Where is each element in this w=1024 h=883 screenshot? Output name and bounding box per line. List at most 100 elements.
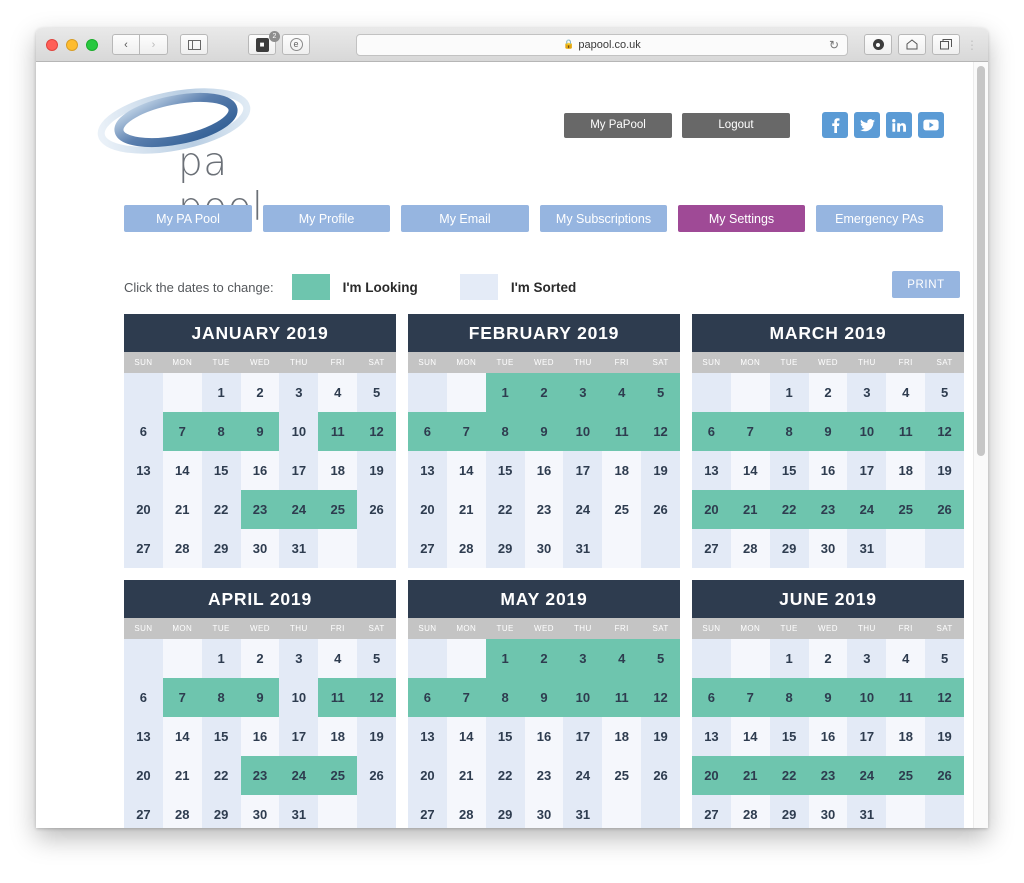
calendar-day-cell[interactable]: 18 — [886, 451, 926, 490]
calendar-day-cell[interactable]: 30 — [240, 529, 280, 568]
calendar-day-cell[interactable]: 5 — [357, 373, 396, 412]
calendar-day-cell[interactable]: 5 — [641, 639, 680, 678]
calendar-day-cell[interactable]: 27 — [124, 529, 163, 568]
calendar-day-cell[interactable]: 27 — [124, 795, 163, 828]
calendar-day-cell[interactable]: 8 — [769, 678, 809, 717]
calendar-day-cell[interactable]: 19 — [357, 717, 396, 756]
calendar-day-cell[interactable]: 25 — [318, 490, 358, 529]
calendar-day-cell[interactable]: 25 — [602, 756, 642, 795]
calendar-day-cell[interactable]: 18 — [886, 717, 926, 756]
address-bar[interactable]: 🔒 papool.co.uk ↻ — [356, 33, 848, 56]
calendar-day-cell[interactable]: 22 — [769, 490, 809, 529]
calendar-day-cell[interactable]: 21 — [162, 756, 202, 795]
calendar-day-cell[interactable]: 24 — [279, 490, 319, 529]
calendar-day-cell[interactable]: 26 — [925, 490, 964, 529]
calendar-day-cell[interactable]: 2 — [240, 373, 280, 412]
calendar-day-cell[interactable]: 8 — [201, 412, 241, 451]
calendar-day-cell[interactable]: 16 — [808, 451, 848, 490]
calendar-day-cell[interactable]: 27 — [408, 529, 447, 568]
calendar-day-cell[interactable]: 2 — [808, 373, 848, 412]
calendar-day-cell[interactable]: 26 — [641, 490, 680, 529]
calendar-day-cell[interactable]: 4 — [318, 373, 358, 412]
calendar-day-cell[interactable]: 26 — [641, 756, 680, 795]
calendar-day-cell[interactable]: 28 — [162, 529, 202, 568]
print-button[interactable]: PRINT — [892, 271, 960, 298]
calendar-day-cell[interactable]: 15 — [485, 717, 525, 756]
calendar-day-cell[interactable]: 24 — [279, 756, 319, 795]
calendar-day-cell[interactable]: 29 — [769, 795, 809, 828]
calendar-day-cell[interactable]: 28 — [730, 529, 770, 568]
minimize-window-button[interactable] — [66, 38, 78, 51]
calendar-day-cell[interactable]: 20 — [692, 490, 731, 529]
page-scrollbar-thumb[interactable] — [977, 66, 985, 456]
calendar-day-cell[interactable]: 12 — [357, 412, 396, 451]
more-icon[interactable]: ⋮ — [966, 38, 978, 52]
calendar-day-cell[interactable]: 9 — [524, 678, 564, 717]
calendar-day-cell[interactable]: 13 — [408, 717, 447, 756]
calendar-day-cell[interactable]: 24 — [563, 490, 603, 529]
calendar-day-cell[interactable]: 19 — [641, 451, 680, 490]
calendar-day-cell[interactable]: 2 — [240, 639, 280, 678]
calendar-day-cell[interactable]: 10 — [847, 678, 887, 717]
calendar-day-cell[interactable]: 1 — [769, 373, 809, 412]
calendar-day-cell[interactable]: 30 — [240, 795, 280, 828]
calendar-day-cell[interactable]: 29 — [201, 529, 241, 568]
calendar-day-cell[interactable]: 7 — [446, 678, 486, 717]
calendar-day-cell[interactable]: 22 — [201, 490, 241, 529]
calendar-day-cell[interactable]: 2 — [808, 639, 848, 678]
calendar-day-cell[interactable]: 30 — [524, 529, 564, 568]
calendar-day-cell[interactable]: 1 — [769, 639, 809, 678]
calendar-day-cell[interactable]: 14 — [162, 717, 202, 756]
calendar-day-cell[interactable]: 9 — [524, 412, 564, 451]
calendar-day-cell[interactable]: 3 — [279, 639, 319, 678]
calendar-day-cell[interactable]: 17 — [279, 451, 319, 490]
youtube-icon[interactable] — [918, 112, 944, 138]
nav-tab-my-email[interactable]: My Email — [401, 205, 529, 232]
calendar-day-cell[interactable]: 5 — [641, 373, 680, 412]
facebook-icon[interactable] — [822, 112, 848, 138]
calendar-day-cell[interactable]: 15 — [769, 717, 809, 756]
calendar-day-cell[interactable]: 4 — [318, 639, 358, 678]
calendar-day-cell[interactable]: 3 — [279, 373, 319, 412]
calendar-day-cell[interactable]: 15 — [769, 451, 809, 490]
calendar-day-cell[interactable]: 2 — [524, 373, 564, 412]
calendar-day-cell[interactable]: 19 — [357, 451, 396, 490]
page-scrollbar[interactable] — [973, 62, 988, 828]
calendar-day-cell[interactable]: 23 — [524, 490, 564, 529]
calendar-day-cell[interactable]: 29 — [201, 795, 241, 828]
calendar-day-cell[interactable]: 1 — [485, 373, 525, 412]
calendar-day-cell[interactable]: 4 — [602, 639, 642, 678]
back-button[interactable]: ‹ — [112, 34, 140, 55]
maximize-window-button[interactable] — [86, 38, 98, 51]
calendar-day-cell[interactable]: 12 — [357, 678, 396, 717]
calendar-day-cell[interactable]: 30 — [808, 529, 848, 568]
calendar-day-cell[interactable]: 13 — [408, 451, 447, 490]
calendar-day-cell[interactable]: 12 — [925, 412, 964, 451]
download-icon[interactable] — [864, 34, 892, 55]
reload-icon[interactable]: ↻ — [829, 38, 839, 52]
calendar-day-cell[interactable]: 18 — [318, 451, 358, 490]
calendar-day-cell[interactable]: 18 — [602, 451, 642, 490]
calendar-day-cell[interactable]: 10 — [563, 412, 603, 451]
calendar-day-cell[interactable]: 23 — [240, 756, 280, 795]
calendar-day-cell[interactable]: 30 — [524, 795, 564, 828]
calendar-day-cell[interactable]: 25 — [886, 756, 926, 795]
calendar-day-cell[interactable]: 23 — [808, 490, 848, 529]
calendar-day-cell[interactable]: 16 — [808, 717, 848, 756]
calendar-day-cell[interactable]: 3 — [563, 639, 603, 678]
calendar-day-cell[interactable]: 26 — [925, 756, 964, 795]
home-icon[interactable] — [898, 34, 926, 55]
calendar-day-cell[interactable]: 8 — [201, 678, 241, 717]
calendar-day-cell[interactable]: 16 — [524, 717, 564, 756]
calendar-day-cell[interactable]: 10 — [563, 678, 603, 717]
calendar-day-cell[interactable]: 17 — [563, 717, 603, 756]
calendar-day-cell[interactable]: 8 — [485, 678, 525, 717]
calendar-day-cell[interactable]: 25 — [886, 490, 926, 529]
calendar-day-cell[interactable]: 20 — [124, 756, 163, 795]
nav-tab-my-profile[interactable]: My Profile — [263, 205, 390, 232]
site-logo[interactable]: pa pool — [94, 88, 324, 230]
calendar-day-cell[interactable]: 23 — [524, 756, 564, 795]
calendar-day-cell[interactable]: 24 — [847, 756, 887, 795]
calendar-day-cell[interactable]: 19 — [641, 717, 680, 756]
calendar-day-cell[interactable]: 5 — [925, 639, 964, 678]
